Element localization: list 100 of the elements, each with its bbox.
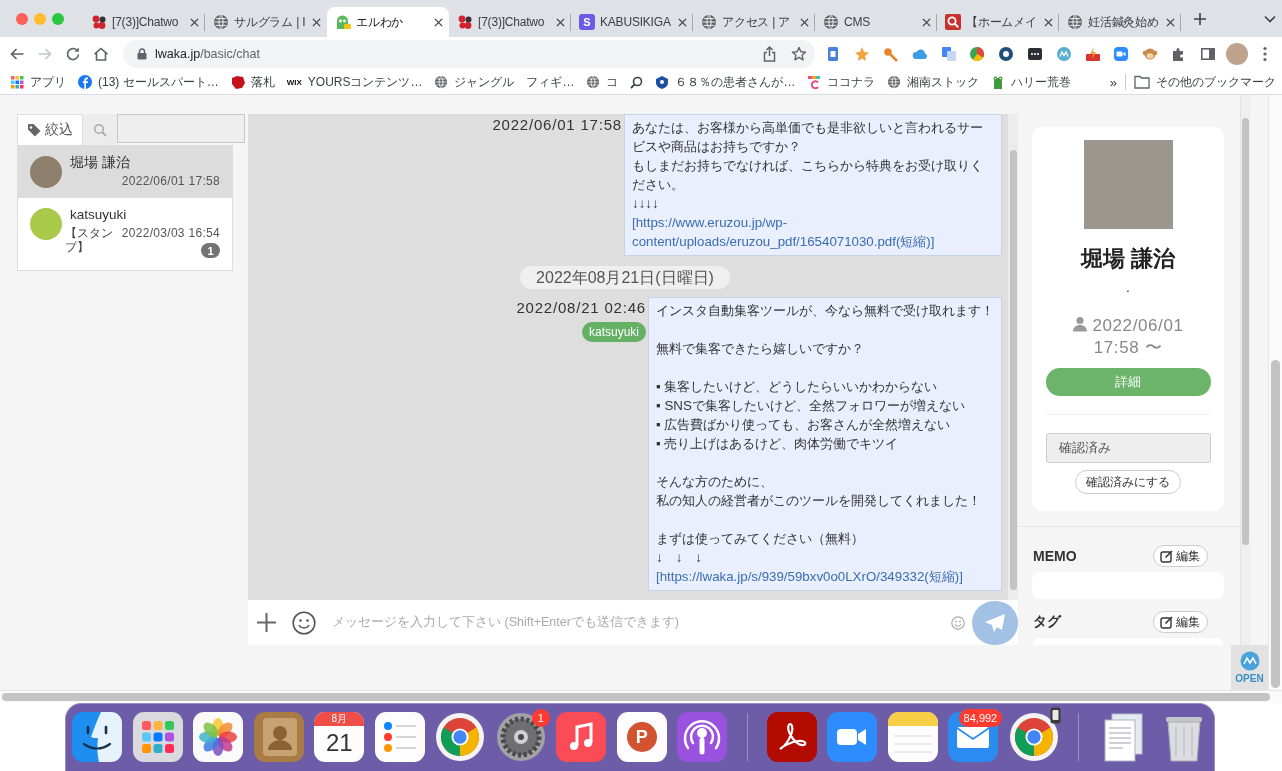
reload-icon[interactable] — [65, 45, 81, 62]
paper-plane-icon — [984, 612, 1006, 633]
address-bar[interactable]: lwaka.jp/basic/chat — [123, 39, 815, 68]
music-note-icon[interactable] — [556, 712, 607, 762]
share-icon[interactable] — [762, 45, 777, 62]
avatar-placeholder — [30, 208, 62, 240]
checklist-icon[interactable] — [374, 712, 425, 762]
swirl-logo-icon[interactable] — [766, 712, 817, 762]
close-icon[interactable] — [922, 17, 931, 27]
key-icon[interactable] — [883, 45, 899, 62]
globe-icon — [213, 14, 229, 30]
close-icon[interactable] — [1166, 17, 1175, 27]
confirm-button[interactable]: 確認済みにする — [1075, 470, 1181, 494]
section-title: タグ — [1033, 613, 1061, 631]
dots-logo-icon — [457, 14, 473, 30]
bookmark-item[interactable]: フィギ… — [520, 71, 581, 93]
lock-icon — [137, 47, 147, 60]
browser-tab[interactable]: 妊活鍼灸始め — [1059, 7, 1181, 37]
app-grid-icon[interactable] — [132, 712, 183, 762]
overlapping-squares-icon[interactable] — [940, 45, 957, 62]
tricolor-circle-icon[interactable] — [435, 712, 486, 762]
calendar-month: 8月 — [314, 712, 365, 726]
lightning-icon[interactable] — [1084, 45, 1101, 62]
video-camera-icon[interactable] — [1113, 45, 1130, 62]
side-panel-icon[interactable] — [1199, 45, 1216, 62]
notepad-icon[interactable] — [887, 712, 938, 762]
user-icon — [1072, 316, 1089, 332]
star-outline-icon[interactable] — [790, 45, 807, 62]
bookmark-item[interactable]: ココナラ — [801, 71, 882, 93]
close-icon[interactable] — [190, 17, 199, 27]
conversation-item[interactable]: 堀場 謙治 2022/06/01 17:58 — [18, 146, 232, 198]
close-icon[interactable] — [678, 17, 687, 27]
status-field[interactable]: 確認済み — [1045, 433, 1211, 463]
bookmark-item[interactable]: ジャングル — [428, 71, 521, 93]
ring-icon[interactable] — [998, 45, 1015, 62]
bookmark-item[interactable]: 湘南ストック — [881, 71, 986, 93]
browser-tab[interactable]: アクセス | ア — [693, 7, 815, 37]
filter-tab[interactable]: 絞込 — [17, 114, 83, 145]
browser-tab[interactable]: エルわか — [327, 7, 449, 37]
dots-panel-icon[interactable] — [1026, 45, 1043, 62]
message-time: 2022/08/21 02:46 — [516, 299, 646, 317]
star-icon[interactable] — [854, 45, 871, 62]
close-icon[interactable] — [312, 17, 321, 27]
close-icon[interactable] — [556, 17, 565, 27]
bookmark-item[interactable]: 落札 — [224, 71, 281, 93]
browser-tab[interactable]: 【ホームメイ — [937, 7, 1059, 37]
browser-tab[interactable]: S KABUSIKIGA — [571, 7, 693, 37]
message-line: ▪ SNSで集客したいけど、全然フォロワーが増えない — [656, 397, 966, 415]
gear-icon[interactable] — [495, 712, 546, 762]
notification-badge: 84,992 — [958, 709, 1003, 727]
message-link[interactable]: [https://lwaka.jp/s/939/59bxv0o0LXrO/349332(短縮)] — [656, 567, 994, 586]
browser-tab[interactable]: [7(3)]Chatwo — [83, 7, 205, 37]
bookmark-item[interactable]: WIX YOURSコンテンツ… — [280, 71, 429, 93]
video-camera-icon[interactable] — [827, 712, 878, 762]
presentation-logo[interactable]: P — [616, 712, 667, 762]
edit-button[interactable]: 編集 — [1153, 545, 1208, 567]
home-icon[interactable] — [93, 45, 109, 62]
scrollbar-thumb[interactable] — [1010, 150, 1017, 590]
message-line: 私の知人の経営者がこのツールを開発してくれました！ — [656, 492, 982, 510]
close-icon[interactable] — [1044, 17, 1053, 27]
bookmark-item[interactable]: ハリー荒巻 — [985, 71, 1078, 93]
chevron-down-icon[interactable] — [1264, 14, 1276, 23]
plus-icon[interactable] — [256, 612, 277, 633]
browser-tab[interactable]: CMS — [815, 7, 937, 37]
pie-chart-icon[interactable] — [969, 45, 986, 62]
contact-name: 堀場 謙治 — [70, 154, 130, 172]
edit-button[interactable]: 編集 — [1153, 611, 1208, 633]
scrollbar-thumb[interactable] — [1271, 360, 1280, 688]
browser-tab[interactable]: サルグラム | I — [205, 7, 327, 37]
smiley-icon[interactable] — [292, 610, 316, 635]
bookmark-folder[interactable]: その他のブックマーク — [1128, 71, 1282, 93]
more-bookmarks-button[interactable]: » — [1103, 74, 1123, 90]
unread-badge: 1 — [201, 243, 220, 258]
bookmark-item[interactable]: ６８％の患者さんが… — [649, 71, 802, 93]
search-field[interactable] — [117, 114, 245, 143]
more-menu-icon[interactable] — [1263, 45, 1268, 62]
close-icon[interactable] — [434, 17, 443, 27]
tricolor-circle-icon[interactable] — [1008, 712, 1059, 762]
message-line: ▪ 売り上げはあるけど、肉体労働でキツイ — [656, 435, 900, 453]
conversation-item[interactable]: katsuyuki 【スタンプ】 2022/03/03 16:54 1 — [18, 198, 232, 270]
two-tone-face-icon[interactable] — [72, 712, 123, 762]
edit-icon — [1160, 615, 1173, 629]
close-icon[interactable] — [800, 17, 809, 27]
letter-logo: S — [579, 14, 595, 30]
notification-badge: 1 — [531, 709, 550, 727]
bookmark-item[interactable]: アプリ — [5, 71, 72, 93]
bookmark-item[interactable]: (13) セールスパート… — [72, 71, 225, 93]
scrollbar-thumb[interactable] — [2, 693, 1270, 701]
message-line: ▪ 広告費ばかり使っても、お客さんが全然増えない — [656, 416, 952, 434]
browser-tab[interactable]: [7(3)]Chatwo — [449, 7, 571, 37]
message-link[interactable]: [https://www.eruzou.jp/wp-content/uploads/eruzou_pdf/1654071030.pdf(短縮)] — [632, 213, 994, 251]
scrollbar-thumb[interactable] — [1242, 118, 1249, 545]
flower-icon[interactable] — [193, 712, 244, 762]
bookmark-item[interactable]: コ — [580, 71, 625, 93]
circle-logo-icon — [1239, 651, 1260, 671]
date-label: 2022年08月21日(日曜日) — [520, 266, 730, 289]
calendar-icon[interactable]: 8月 21 — [314, 712, 365, 762]
plus-icon[interactable] — [1193, 11, 1207, 26]
broadcast-icon[interactable] — [677, 712, 728, 762]
shield-icon — [655, 75, 670, 89]
